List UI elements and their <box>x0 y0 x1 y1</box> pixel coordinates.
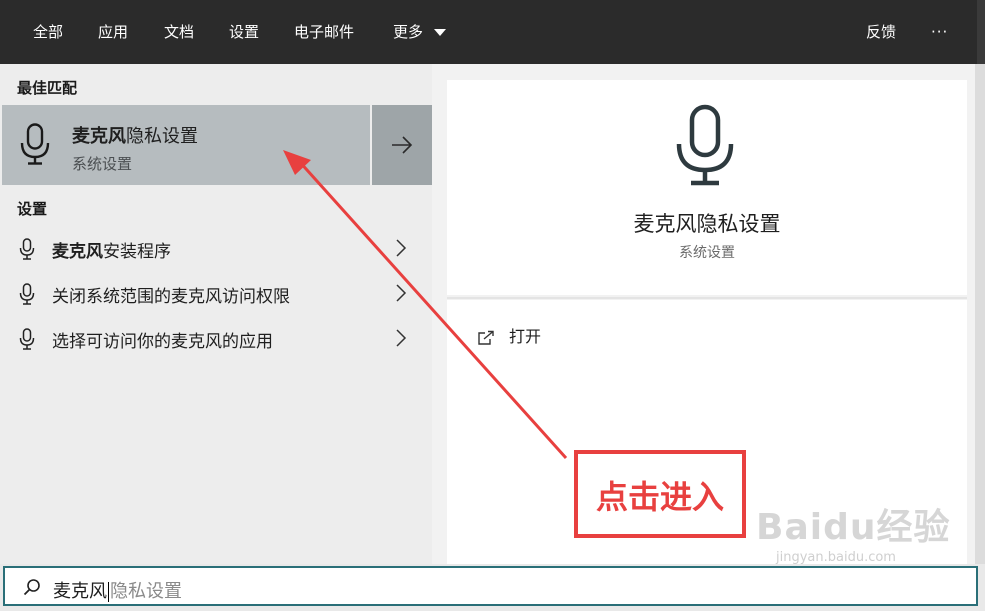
watermark-logo: Baidu经验 <box>756 507 951 548</box>
watermark-url: jingyan.baidu.com <box>776 550 896 565</box>
annotation-label: 点击进入 <box>595 478 724 516</box>
watermark: Baidu经验 jingyan.baidu.com <box>756 498 950 565</box>
annotation-box: 点击进入 <box>574 450 746 538</box>
